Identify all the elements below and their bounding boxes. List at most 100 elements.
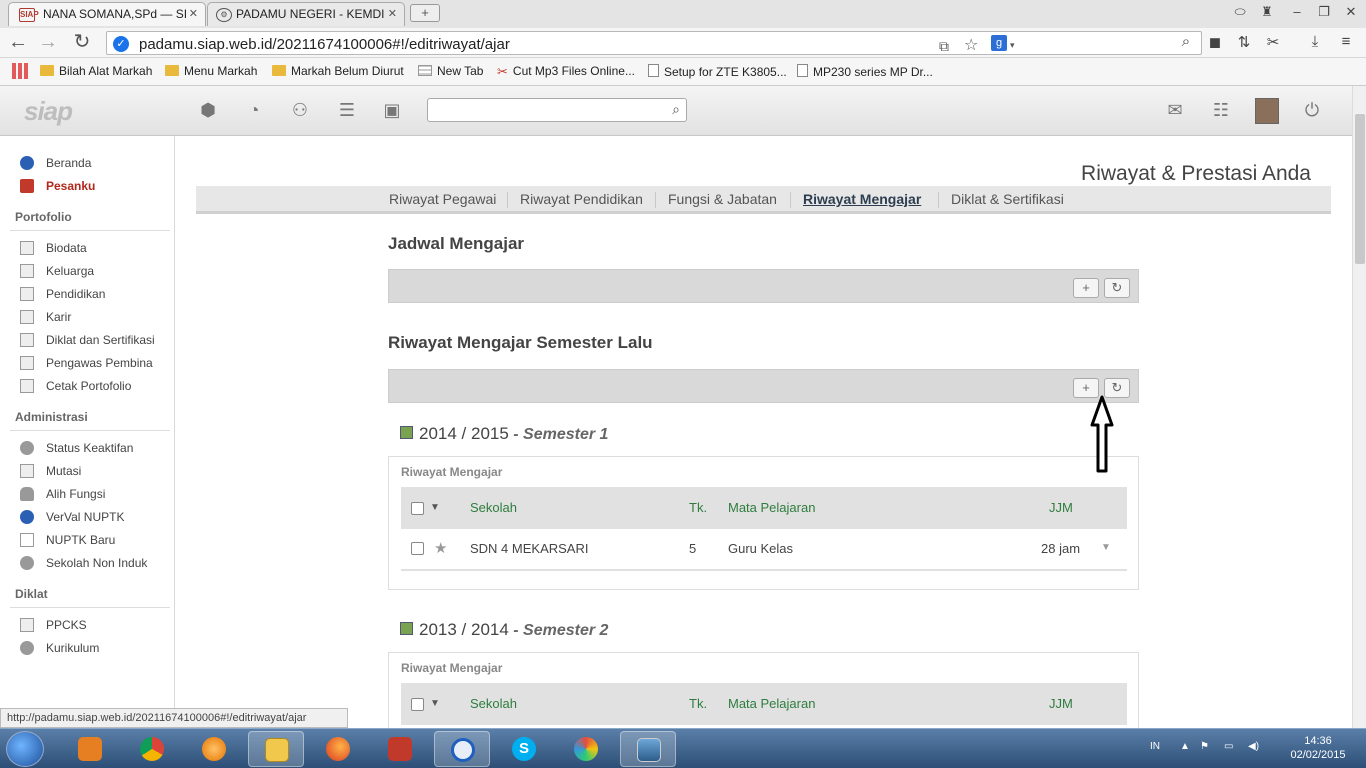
id-card-icon[interactable]: ▣ xyxy=(380,100,404,121)
browser-tab-active[interactable]: SIAP NANA SOMANA,SPd — SI ✕ xyxy=(8,2,206,26)
taskbar-media-player[interactable] xyxy=(62,731,118,767)
select-all-checkbox[interactable] xyxy=(411,502,424,515)
google-search-icon[interactable]: g xyxy=(991,35,1007,51)
browser-tab-padamu[interactable]: ⚙ PADAMU NEGERI - KEMDI ✕ xyxy=(207,2,405,26)
column-header-tk[interactable]: Tk. xyxy=(689,500,707,515)
power-icon[interactable]: ⏻ xyxy=(1300,100,1324,121)
taskbar-skype[interactable]: S xyxy=(496,731,552,767)
row-checkbox[interactable] xyxy=(411,542,424,555)
column-header-sekolah[interactable]: Sekolah xyxy=(470,500,517,515)
back-arrow-icon[interactable]: ← xyxy=(6,32,30,52)
list-icon[interactable]: ☷ xyxy=(1209,100,1233,121)
search-input[interactable]: ⌕ xyxy=(427,98,687,122)
close-tab-icon[interactable]: ✕ xyxy=(388,7,397,20)
scrollbar-thumb[interactable] xyxy=(1355,114,1365,264)
rss-icon[interactable]: ◔ xyxy=(242,100,266,121)
bookmark-item[interactable]: ✂ Cut Mp3 Files Online... xyxy=(497,64,635,80)
refresh-button[interactable]: ↻ xyxy=(1104,278,1130,298)
taskbar-paint[interactable] xyxy=(558,731,614,767)
sidebar-item-pendidikan[interactable]: Pendidikan xyxy=(20,287,105,301)
taskbar-photo-viewer[interactable] xyxy=(620,731,676,767)
show-hidden-icons-icon[interactable]: ▲ xyxy=(1180,741,1190,752)
site-info-icon[interactable]: ✓ xyxy=(113,36,129,52)
chevron-down-icon[interactable]: ▾ xyxy=(1010,40,1015,51)
chevron-down-icon[interactable]: ▼ xyxy=(1101,542,1111,553)
scissors-icon[interactable]: ✂ xyxy=(1263,33,1283,51)
column-header-jjm[interactable]: JJM xyxy=(1049,500,1073,515)
tab-diklat-sertifikasi[interactable]: Diklat & Sertifikasi xyxy=(951,191,1064,207)
sidebar-item-verval-nuptk[interactable]: VerVal NUPTK xyxy=(20,510,124,524)
sidebar-item-biodata[interactable]: Biodata xyxy=(20,241,87,255)
sidebar-item-ppcks[interactable]: PPCKS xyxy=(20,618,87,632)
sidebar-item-diklat-sertifikasi[interactable]: Diklat dan Sertifikasi xyxy=(20,333,155,347)
download-icon[interactable]: ⤓ xyxy=(1305,33,1325,50)
address-bar[interactable]: ✓ padamu.siap.web.id/20211674100006#!/ed… xyxy=(106,31,1202,55)
sidebar-item-alih-fungsi[interactable]: Alih Fungsi xyxy=(20,487,105,501)
taskbar-file-explorer[interactable] xyxy=(248,731,304,767)
cube-icon[interactable]: ⬢ xyxy=(196,100,220,121)
bookmark-item[interactable]: Setup for ZTE K3805... xyxy=(648,64,787,79)
group-icon[interactable]: ⚇ xyxy=(288,100,312,121)
windows-start-button[interactable] xyxy=(6,731,44,767)
flag-icon[interactable]: ⚑ xyxy=(1200,741,1209,752)
column-header-jjm[interactable]: JJM xyxy=(1049,696,1073,711)
tab-riwayat-mengajar[interactable]: Riwayat Mengajar xyxy=(803,191,921,207)
volume-icon[interactable]: ◀) xyxy=(1248,741,1259,752)
sidebar-item-cetak-portofolio[interactable]: Cetak Portofolio xyxy=(20,379,131,393)
search-icon[interactable]: ⌕ xyxy=(1176,33,1196,50)
reload-icon[interactable]: ↻ xyxy=(70,32,94,52)
sidebar-item-keluarga[interactable]: Keluarga xyxy=(20,264,94,278)
siap-logo[interactable]: siap xyxy=(24,96,73,127)
sidebar-item-karir[interactable]: Karir xyxy=(20,310,71,324)
column-header-mapel[interactable]: Mata Pelajaran xyxy=(728,696,815,711)
taskbar-clock[interactable]: 14:36 02/02/2015 xyxy=(1282,734,1354,762)
bookmark-folder[interactable]: Menu Markah xyxy=(165,64,257,78)
sidebar-item-mutasi[interactable]: Mutasi xyxy=(20,464,81,478)
taskbar-chrome[interactable] xyxy=(124,731,180,767)
sidebar-item-status-keaktifan[interactable]: Status Keaktifan xyxy=(20,441,133,455)
network-icon[interactable]: ▭ xyxy=(1224,741,1233,752)
mail-icon[interactable]: ✉ xyxy=(1163,100,1187,121)
taskbar-app-orange[interactable] xyxy=(186,731,242,767)
column-header-sekolah[interactable]: Sekolah xyxy=(470,696,517,711)
new-tab-button[interactable]: + xyxy=(410,4,440,22)
minimize-window-icon[interactable]: ‒ xyxy=(1286,4,1308,19)
column-header-tk[interactable]: Tk. xyxy=(689,696,707,711)
menu-icon[interactable]: ≡ xyxy=(1336,33,1356,50)
tab-fungsi-jabatan[interactable]: Fungsi & Jabatan xyxy=(668,191,777,207)
avatar[interactable] xyxy=(1255,98,1279,124)
page-scrollbar[interactable] xyxy=(1352,86,1366,728)
close-tab-icon[interactable]: ✕ xyxy=(189,7,198,20)
tab-riwayat-pegawai[interactable]: Riwayat Pegawai xyxy=(389,191,496,207)
taskbar-book-app[interactable] xyxy=(372,731,428,767)
forward-arrow-icon[interactable]: → xyxy=(36,32,60,52)
bookmark-item[interactable]: MP230 series MP Dr... xyxy=(797,64,933,79)
restore-window-icon[interactable]: ❐ xyxy=(1313,4,1335,20)
search-icon[interactable]: ⌕ xyxy=(672,101,680,118)
document-icon[interactable]: ☰ xyxy=(335,100,359,121)
star-icon[interactable]: ★ xyxy=(434,539,447,557)
sidebar-item-pengawas-pembina[interactable]: Pengawas Pembina xyxy=(20,356,153,370)
sidebar-item-nuptk-baru[interactable]: NUPTK Baru xyxy=(20,533,115,547)
close-window-icon[interactable]: ✕ xyxy=(1340,4,1362,20)
bookmark-folder[interactable]: Markah Belum Diurut xyxy=(272,64,404,78)
sidebar-item-sekolah-non-induk[interactable]: Sekolah Non Induk xyxy=(20,556,147,570)
taskbar-active-app[interactable] xyxy=(434,731,490,767)
taskbar-firefox[interactable] xyxy=(310,731,366,767)
chevron-down-icon[interactable]: ▼ xyxy=(430,502,440,513)
bookmark-item[interactable]: New Tab xyxy=(418,64,483,78)
select-all-checkbox[interactable] xyxy=(411,698,424,711)
chevron-down-icon[interactable]: ▼ xyxy=(430,698,440,709)
language-indicator[interactable]: IN xyxy=(1150,741,1160,752)
bookmark-star-icon[interactable]: ☆ xyxy=(964,35,978,55)
sidebar-item-pesanku[interactable]: Pesanku xyxy=(20,179,95,193)
user-profile-icon[interactable]: ⬭ xyxy=(1229,4,1251,20)
extension-icon[interactable]: ◼ xyxy=(1205,33,1225,51)
add-button[interactable]: + xyxy=(1073,278,1099,298)
tab-riwayat-pendidikan[interactable]: Riwayat Pendidikan xyxy=(520,191,643,207)
apps-grid-icon[interactable] xyxy=(12,63,28,82)
translate-icon[interactable]: ⧉ xyxy=(939,38,949,55)
bookmark-folder[interactable]: Bilah Alat Markah xyxy=(40,64,152,78)
sync-icon[interactable]: ⇅ xyxy=(1234,33,1254,51)
extension-icon[interactable]: ♜ xyxy=(1256,4,1278,20)
